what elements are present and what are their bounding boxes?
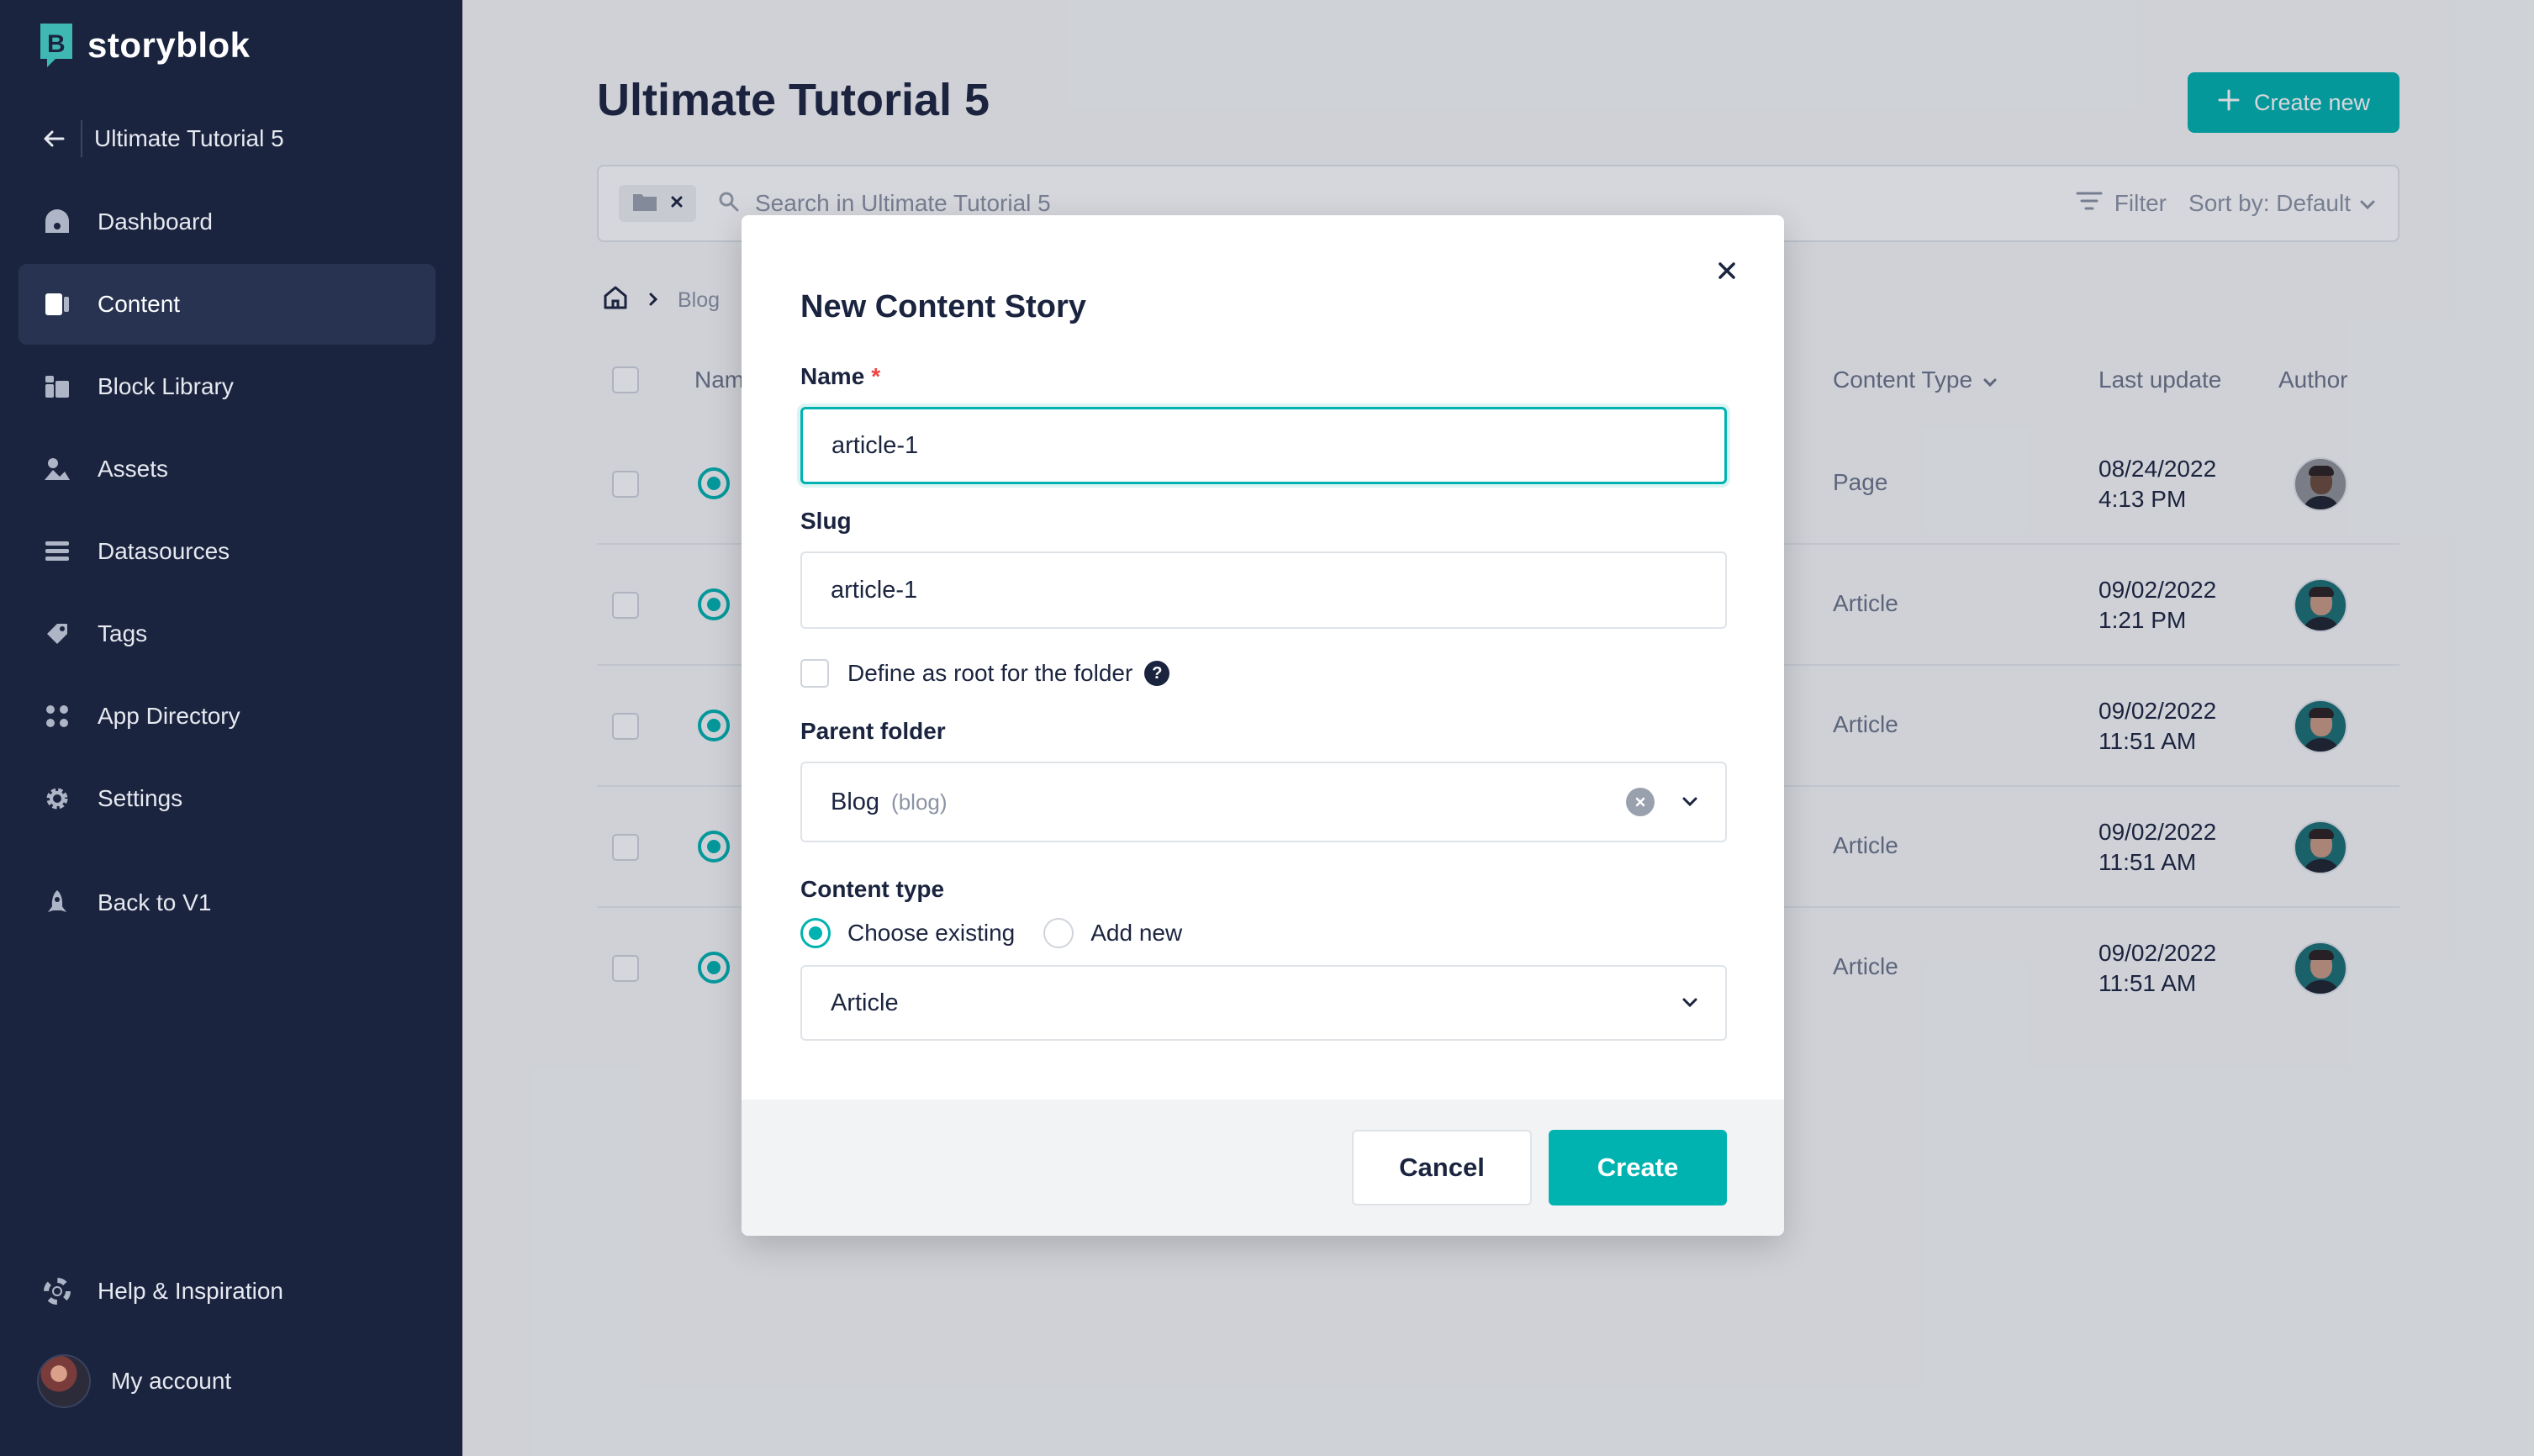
content-type-label: Content type xyxy=(800,876,945,902)
content-icon xyxy=(42,289,72,319)
sidebar-item-label: Dashboard xyxy=(98,208,213,235)
block-library-icon xyxy=(42,372,72,402)
required-marker: * xyxy=(871,363,881,389)
cancel-button[interactable]: Cancel xyxy=(1352,1130,1532,1205)
sidebar-item-assets[interactable]: Assets xyxy=(18,429,436,509)
parent-folder-select[interactable]: Blog (blog) xyxy=(800,762,1727,842)
account-label: My account xyxy=(111,1368,232,1394)
sidebar-item-label: Back to V1 xyxy=(98,889,212,915)
sidebar: B storyblok Ultimate Tutorial 5 Dashboar… xyxy=(0,0,462,1456)
define-root-checkbox[interactable] xyxy=(800,659,829,688)
new-content-story-dialog: New Content Story Name * article-1 Slug a… xyxy=(742,215,1784,1236)
parent-folder-value: Blog xyxy=(831,788,880,815)
sidebar-item-dashboard[interactable]: Dashboard xyxy=(18,182,436,262)
space-name: Ultimate Tutorial 5 xyxy=(94,125,284,151)
sidebar-item-label: Assets xyxy=(98,456,169,482)
datasources-icon xyxy=(42,536,72,567)
choose-existing-radio[interactable] xyxy=(800,918,831,948)
sidebar-item-label: Content xyxy=(98,291,181,317)
sidebar-nav: Dashboard Content Block Library Assets D… xyxy=(18,182,436,945)
sidebar-bottom: Help & Inspiration xyxy=(18,1251,436,1333)
add-new-radio[interactable] xyxy=(1043,918,1074,948)
sidebar-item-help[interactable]: Help & Inspiration xyxy=(18,1251,436,1332)
sidebar-item-block-library[interactable]: Block Library xyxy=(18,346,436,427)
tags-icon xyxy=(42,619,72,649)
dashboard-icon xyxy=(42,207,72,237)
sidebar-item-label: Help & Inspiration xyxy=(98,1278,284,1304)
back-to-spaces[interactable]: Ultimate Tutorial 5 xyxy=(37,118,284,160)
gear-icon xyxy=(42,783,72,814)
storyblok-logo[interactable]: B storyblok xyxy=(37,22,251,69)
slug-label: Slug xyxy=(800,508,852,534)
dialog-footer: Cancel Create xyxy=(742,1100,1784,1236)
svg-text:B: B xyxy=(47,30,66,58)
add-new-label: Add new xyxy=(1090,920,1183,946)
sidebar-item-label: Settings xyxy=(98,785,183,811)
content-type-select[interactable]: Article xyxy=(800,965,1727,1041)
app-directory-icon xyxy=(42,701,72,731)
sidebar-item-settings[interactable]: Settings xyxy=(18,758,436,839)
create-button[interactable]: Create xyxy=(1549,1130,1727,1205)
chevron-down-icon xyxy=(1676,989,1703,1016)
sidebar-item-content[interactable]: Content xyxy=(18,264,436,345)
close-icon[interactable] xyxy=(1710,254,1744,288)
dialog-title: New Content Story xyxy=(800,289,1086,324)
name-label: Name * xyxy=(800,363,881,389)
sidebar-item-label: Tags xyxy=(98,620,148,646)
clear-icon[interactable] xyxy=(1626,788,1655,816)
help-icon[interactable]: ? xyxy=(1144,661,1170,686)
sidebar-item-datasources[interactable]: Datasources xyxy=(18,511,436,592)
define-root-option: Define as root for the folder ? xyxy=(800,659,1170,688)
sidebar-item-app-directory[interactable]: App Directory xyxy=(18,676,436,757)
sidebar-item-label: App Directory xyxy=(98,703,240,729)
name-field[interactable]: article-1 xyxy=(800,407,1727,484)
sidebar-item-label: Block Library xyxy=(98,373,234,399)
rocket-icon xyxy=(42,888,72,918)
avatar xyxy=(37,1354,91,1408)
assets-icon xyxy=(42,454,72,484)
content-type-value: Article xyxy=(831,989,899,1016)
parent-folder-label: Parent folder xyxy=(800,718,946,744)
my-account[interactable]: My account xyxy=(37,1353,231,1409)
divider xyxy=(81,120,82,157)
content-type-radio-group: Choose existing Add new xyxy=(800,918,1182,948)
brand-name: storyblok xyxy=(87,25,251,65)
arrow-left-icon xyxy=(37,122,71,156)
sidebar-item-label: Datasources xyxy=(98,538,230,564)
sidebar-item-back-to-v1[interactable]: Back to V1 xyxy=(18,863,436,943)
storyblok-logo-icon: B xyxy=(37,22,76,69)
define-root-label: Define as root for the folder xyxy=(847,660,1133,686)
choose-existing-label: Choose existing xyxy=(847,920,1016,946)
chevron-down-icon xyxy=(1676,789,1703,815)
parent-folder-slug: (blog) xyxy=(891,789,948,815)
slug-field[interactable]: article-1 xyxy=(800,551,1727,629)
lifebuoy-icon xyxy=(42,1276,72,1306)
sidebar-item-tags[interactable]: Tags xyxy=(18,593,436,674)
